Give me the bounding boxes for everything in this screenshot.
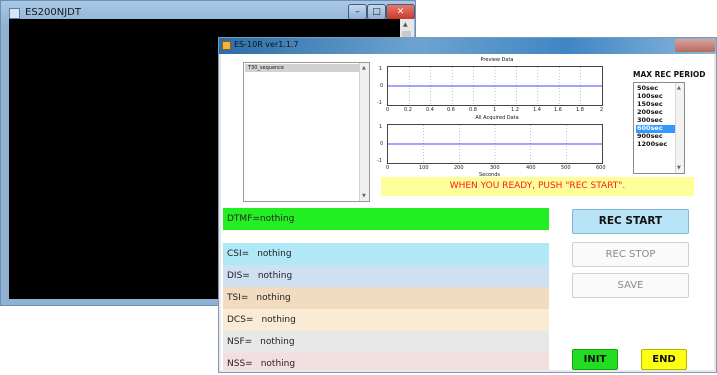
main-panel: T30_sequence ▲ ▼ Preview Data 1 0 -1 0 0… [221,54,714,370]
init-button[interactable]: INIT [572,349,618,370]
tsi-field: TSI= nothing [223,287,549,309]
y-tick-label: 0 [380,141,384,147]
scroll-up-icon[interactable]: ▲ [403,21,408,28]
y-tick-label: 0 [380,83,384,89]
preview-axes [387,66,603,106]
x-tick-label: 300 [490,165,500,171]
es10r-title-bar[interactable]: ES-10R ver1.1.7 [219,38,716,54]
x-tick-label: 400 [526,165,536,171]
y-tick-label: -1 [377,100,382,106]
acquired-plot-area [388,125,602,163]
csi-field: CSI= nothing [223,243,549,265]
x-tick-label: 2 [600,107,604,113]
dtmf-field: DTMF=nothing [223,208,549,230]
es10r-window: ES-10R ver1.1.7 T30_sequence ▲ ▼ Preview… [218,37,717,373]
preview-plot-area [388,67,602,105]
x-tick-label: 1 [493,107,497,113]
x-tick-label: 600 [596,165,606,171]
console-title: ES200NJDT [25,7,81,18]
list-item[interactable]: T30_sequence [245,64,359,72]
nsf-label: NSF= [227,337,253,347]
minimize-button[interactable]: – [348,4,367,20]
x-tick-label: 0.4 [426,107,434,113]
window-title: ES-10R ver1.1.7 [234,40,299,49]
acquired-axes [387,124,603,164]
nsf-value: nothing [260,337,295,347]
rec-stop-button[interactable]: REC STOP [572,242,689,267]
tsi-value: nothing [256,293,291,303]
scroll-up-icon[interactable]: ▲ [362,65,366,71]
matlab-app-icon [222,41,231,50]
period-scrollbar[interactable]: ▲ ▼ [675,83,684,173]
x-tick-label: 500 [561,165,571,171]
x-tick-label: 1.6 [554,107,562,113]
csi-value: nothing [257,249,292,259]
console-app-icon [9,8,20,19]
y-tick-label: -1 [377,158,382,164]
window-controls[interactable] [675,39,715,52]
nss-label: NSS= [227,359,253,369]
sequence-listbox[interactable]: T30_sequence ▲ ▼ [243,62,370,202]
close-button[interactable]: ✕ [386,4,415,20]
acquired-plot-title: All Acquired Data [475,115,519,121]
x-tick-label: 0 [386,165,390,171]
dcs-field: DCS= nothing [223,309,549,331]
csi-label: CSI= [227,249,250,259]
nss-value: nothing [260,359,296,369]
dis-label: DIS= [227,271,250,281]
rec-start-button[interactable]: REC START [572,209,689,234]
maximize-button[interactable]: □ [367,4,386,20]
sequence-scrollbar[interactable]: ▲ ▼ [359,63,369,201]
scroll-down-icon[interactable]: ▼ [677,165,681,171]
tsi-label: TSI= [227,293,249,303]
y-tick-label: 1 [379,124,383,130]
nsf-field: NSF= nothing [223,331,549,353]
x-tick-label: 0.8 [469,107,477,113]
dtmf-label: DTMF= [227,214,260,224]
scroll-up-icon[interactable]: ▲ [677,85,681,91]
x-tick-label: 200 [454,165,464,171]
x-tick-label: 1.8 [576,107,584,113]
preview-plot-title: Preview Data [480,57,514,63]
dtmf-value: nothing [259,214,295,224]
x-tick-label: 0.6 [447,107,455,113]
dcs-value: nothing [261,315,296,325]
save-button[interactable]: SAVE [572,273,689,298]
end-button[interactable]: END [641,349,687,370]
x-tick-label: 100 [419,165,429,171]
x-tick-label: 1.4 [533,107,541,113]
y-tick-label: 1 [379,66,383,72]
dis-value: nothing [257,271,293,281]
x-tick-label: 0 [386,107,390,113]
dis-field: DIS= nothing [223,265,549,287]
period-title: MAX REC PERIOD [633,70,706,79]
dcs-label: DCS= [227,315,254,325]
x-tick-label: 1.2 [511,107,519,113]
nss-field: NSS= nothing [223,353,549,370]
x-tick-label: 0.2 [404,107,412,113]
period-option[interactable]: 1200sec [636,140,676,149]
period-listbox[interactable]: 50sec 100sec 150sec 200sec 300sec 600sec… [633,82,685,174]
status-message: WHEN YOU READY, PUSH "REC START". [381,177,694,196]
scroll-down-icon[interactable]: ▼ [362,193,366,199]
